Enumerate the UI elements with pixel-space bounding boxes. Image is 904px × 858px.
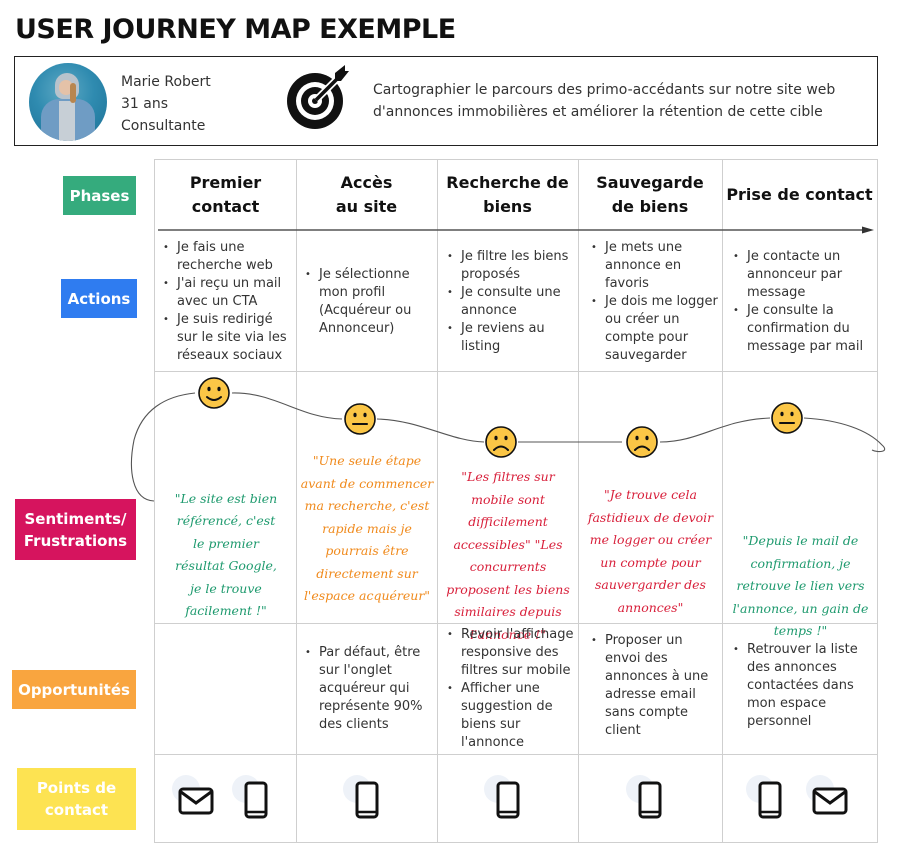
mobile-icon [244, 781, 268, 823]
row-label-phases: Phases [63, 176, 136, 215]
row-label-opportunities: Opportunités [12, 670, 136, 709]
bullet-item: Je contacte un annonceur par message [733, 248, 873, 302]
actions-list: Je filtre les biens proposésJe consulte … [447, 248, 575, 356]
actions-list: Je contacte un annonceur par messageJe c… [733, 248, 873, 356]
actions-list: Je fais une recherche webJ'ai reçu un ma… [163, 239, 291, 365]
bullet-item: Je filtre les biens proposés [447, 248, 575, 284]
bullet-item: Par défaut, être sur l'onglet acquéreur … [305, 644, 433, 734]
sentiment-cell: "Le site est bien référencé, c'est le pr… [157, 490, 295, 620]
sentiment-quote: "Le site est bien référencé, c'est le pr… [174, 490, 278, 619]
email-icon [178, 787, 214, 819]
row-label-opportunities-text: Opportunités [18, 680, 130, 699]
phase-header: Recherche de biens [437, 160, 578, 230]
phase-title: biens [483, 197, 532, 216]
row-label-phases-text: Phases [69, 186, 130, 205]
opportunity-list: Proposer un envoi des annonces à une adr… [591, 632, 719, 740]
sentiment-cell: "Je trouve cela fastidieux de devoir me … [579, 484, 722, 615]
sentiment-cell: "Une seule étape avant de commencer ma r… [297, 450, 437, 603]
goal-line-2: d'annonces immobilières et améliorer la … [373, 104, 823, 120]
phase-header: Sauvegarde de biens [578, 160, 722, 230]
phase-title: Accès [340, 173, 393, 192]
bullet-item: Revoir l'affichage responsive des filtre… [447, 626, 575, 680]
mobile-icon [638, 781, 662, 823]
actions-list: Je sélectionne mon profil (Acquéreur ou … [305, 266, 433, 338]
persona-box: Marie Robert 31 ans Consultante Cartogra… [14, 56, 878, 146]
actions-cell: Je filtre les biens proposésJe consulte … [447, 234, 575, 370]
bullet-item: Je consulte la confirmation du message p… [733, 302, 873, 356]
opportunity-cell [163, 624, 291, 754]
opportunity-cell: Par défaut, être sur l'onglet acquéreur … [305, 626, 433, 746]
actions-cell: Je mets une annonce en favorisJe dois me… [591, 234, 719, 370]
bullet-item: Afficher une suggestion de biens sur l'a… [447, 680, 575, 752]
mobile-icon [355, 781, 379, 823]
row-label-actions-text: Actions [67, 289, 131, 308]
actions-cell: Je fais une recherche webJ'ai reçu un ma… [163, 234, 291, 370]
actions-cell: Je sélectionne mon profil (Acquéreur ou … [305, 234, 433, 370]
bullet-item: Je dois me logger ou créer un compte pou… [591, 293, 719, 365]
bullet-item: Je suis redirigé sur le site via les rés… [163, 311, 291, 365]
phase-title: de biens [611, 197, 689, 216]
phase-title: Premier [189, 173, 262, 192]
persona-age: 31 ans [121, 96, 169, 112]
phase-title: Sauvegarde [596, 173, 704, 192]
phase-title: Recherche de [446, 173, 569, 192]
sentiment-cell: "Depuis le mail de confirmation, je retr… [723, 530, 878, 638]
row-label-touchpoints: Points de contact [17, 768, 136, 830]
bullet-item: Je sélectionne mon profil (Acquéreur ou … [305, 266, 433, 338]
bullet-item: Proposer un envoi des annonces à une adr… [591, 632, 719, 740]
row-label-sentiments: Sentiments/ Frustrations [15, 499, 136, 560]
actions-cell: Je contacte un annonceur par messageJe c… [733, 234, 873, 370]
opportunity-list: Par défaut, être sur l'onglet acquéreur … [305, 644, 433, 734]
touchpoints-row [155, 755, 877, 843]
row-label-touchpoints-line1: Points de [36, 779, 117, 797]
opportunity-cell: Proposer un envoi des annonces à une adr… [591, 626, 719, 746]
phase-header: Prise de contact [722, 160, 877, 230]
bullet-item: Retrouver la liste des annonces contacté… [733, 641, 873, 731]
phase-header: Accès au site [296, 160, 437, 230]
page-title: USER JOURNEY MAP EXEMPLE [15, 14, 456, 45]
journey-grid: Premier contact Accès au site Recherche de… [154, 159, 878, 843]
row-label-sentiments-line2: Frustrations [23, 531, 128, 550]
bullet-item: Je fais une recherche web [163, 239, 291, 275]
sentiment-quote: "Je trouve cela fastidieux de devoir me … [587, 487, 714, 615]
goal-text: Cartographier le parcours des primo-accé… [373, 79, 863, 123]
sentiment-cell: "Les filtres sur mobile sont difficileme… [438, 466, 578, 642]
target-icon [287, 65, 349, 129]
phase-title: au site [335, 197, 398, 216]
actions-list: Je mets une annonce en favorisJe dois me… [591, 239, 719, 365]
opportunity-cell: Revoir l'affichage responsive des filtre… [447, 626, 575, 752]
phase-title: contact [191, 197, 260, 216]
mobile-icon [496, 781, 520, 823]
bullet-item: J'ai reçu un mail avec un CTA [163, 275, 291, 311]
mobile-icon [758, 781, 782, 823]
phase-header: Premier contact [155, 160, 296, 230]
row-label-sentiments-line1: Sentiments/ [24, 509, 127, 528]
bullet-item: Je consulte une annonce [447, 284, 575, 320]
opportunity-list: Revoir l'affichage responsive des filtre… [447, 626, 575, 752]
persona-job: Consultante [121, 118, 206, 134]
persona-info: Marie Robert 31 ans Consultante [121, 71, 211, 137]
persona-avatar [29, 63, 107, 141]
sentiment-quote: "Les filtres sur mobile sont difficileme… [446, 469, 570, 642]
phase-title: Prise de contact [726, 185, 873, 204]
bullet-item: Je reviens au listing [447, 320, 575, 356]
persona-name: Marie Robert [121, 74, 211, 90]
goal-line-1: Cartographier le parcours des primo-accé… [373, 82, 836, 98]
row-label-touchpoints-line2: contact [44, 801, 109, 819]
opportunity-cell: Retrouver la liste des annonces contacté… [733, 626, 873, 746]
bullet-item: Je mets une annonce en favoris [591, 239, 719, 293]
sentiment-quote: "Une seule étape avant de commencer ma r… [300, 453, 434, 603]
opportunity-list: Retrouver la liste des annonces contacté… [733, 641, 873, 731]
email-icon [812, 787, 848, 819]
row-label-actions: Actions [61, 279, 137, 318]
